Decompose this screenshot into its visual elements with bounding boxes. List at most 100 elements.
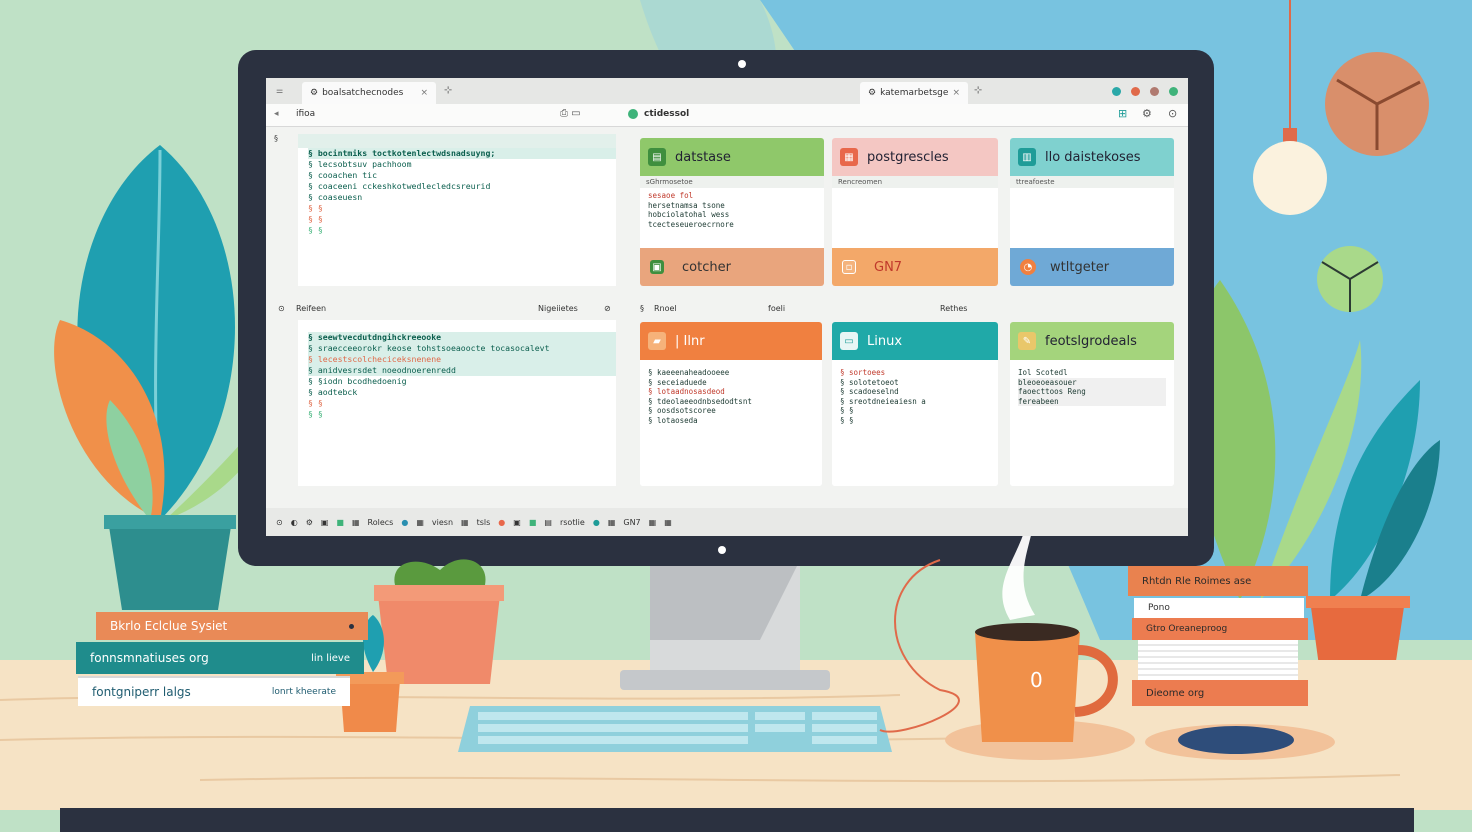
settings-icon[interactable]: ⚙ bbox=[306, 518, 313, 527]
tab-label: boalsatchecnodes bbox=[322, 88, 404, 98]
container-icon: ▣ bbox=[650, 260, 664, 274]
new-tab-icon[interactable]: ⊹ bbox=[444, 85, 452, 96]
card-subheader: sGhrmosetoe bbox=[640, 176, 824, 188]
window-dot-icon[interactable] bbox=[1131, 87, 1140, 96]
code-editor[interactable]: § seewtvecdutdngihckreeooke § sraecceeor… bbox=[298, 320, 616, 486]
book: Gtro Oreaneproog bbox=[1132, 618, 1308, 640]
mug-logo: 0 bbox=[1030, 668, 1043, 692]
book-subtitle: lin lieve bbox=[311, 652, 350, 664]
app-icon[interactable]: ● bbox=[401, 518, 408, 527]
taskbar-label[interactable]: tsls bbox=[477, 518, 491, 527]
power-icon[interactable]: ⊙ bbox=[276, 518, 283, 527]
code-line: § § bbox=[308, 225, 323, 235]
card-code: Iol Scotedl bleoeoeasouer faoecttoos Ren… bbox=[1010, 360, 1174, 486]
status-right: Nigeiietes bbox=[538, 304, 578, 313]
new-tab-icon[interactable]: ⊹ bbox=[974, 85, 982, 96]
status-icon: ⊘ bbox=[604, 304, 611, 313]
window-dot-icon[interactable] bbox=[1112, 87, 1121, 96]
card-header: ✎ feotslgrodeals bbox=[1010, 322, 1174, 360]
book-title: fontgniperr lalgs bbox=[92, 685, 191, 699]
back-icon[interactable]: ◐ bbox=[291, 518, 298, 527]
app-icon[interactable]: ▣ bbox=[513, 518, 521, 527]
app-icon[interactable]: ■ bbox=[336, 518, 344, 527]
app-icon[interactable]: ● bbox=[593, 518, 600, 527]
service-card[interactable]: ▥ llo daistekoses ttreafoeste ◔ wtltgete… bbox=[1010, 138, 1174, 286]
code-line: fereabeen bbox=[1018, 396, 1166, 406]
lock-icon[interactable]: ▣ bbox=[321, 518, 329, 527]
address-bar[interactable]: ◂ ifioa ⎙ ▭ ctidessol ⊞ ⚙ ⊙ bbox=[266, 104, 1188, 127]
app-icon[interactable]: ■ bbox=[529, 518, 537, 527]
watcher-icon: ◔ bbox=[1020, 259, 1036, 275]
status-left: Reifeen bbox=[296, 304, 327, 313]
file-icon: ▫ bbox=[842, 260, 856, 274]
window-dot-icon[interactable] bbox=[1150, 87, 1159, 96]
taskbar-label[interactable]: GN7 bbox=[623, 518, 640, 527]
tab-favicon-icon: ⚙ bbox=[310, 88, 319, 98]
service-card[interactable]: ▰ | Ilnr § kaeeenaheadooeee § seceiadued… bbox=[640, 322, 822, 486]
service-card[interactable]: ▭ Linux § sortoees § solotetoeot § scado… bbox=[832, 322, 998, 486]
address-center-text: ctidessol bbox=[644, 109, 690, 119]
database-icon: ▥ bbox=[1018, 148, 1036, 166]
code-line: § § bbox=[308, 409, 323, 419]
card-title: datstase bbox=[675, 149, 731, 165]
book-title: Gtro Oreaneproog bbox=[1146, 624, 1228, 634]
code-editor[interactable]: § bocintmiks toctkotenlectwdsnadsuyng; §… bbox=[298, 134, 616, 286]
database-icon: ▤ bbox=[648, 148, 666, 166]
code-line: § lecsobtsuv pachhoom bbox=[308, 159, 412, 169]
window-dot-icon[interactable] bbox=[1169, 87, 1178, 96]
app-icon[interactable]: ● bbox=[498, 518, 505, 527]
folder-icon: ▰ bbox=[648, 332, 666, 350]
book-title: Dieome org bbox=[1146, 687, 1205, 699]
taskbar-label[interactable]: viesn bbox=[432, 518, 453, 527]
code-line: § cooachen tic bbox=[308, 170, 378, 180]
book-title: Rhtdn Rle Roimes ase bbox=[1142, 575, 1252, 587]
extension-icon[interactable]: ⊞ bbox=[1118, 107, 1127, 120]
status-label: Rethes bbox=[940, 304, 968, 313]
service-card[interactable]: ✎ feotslgrodeals Iol Scotedl bleoeoeasou… bbox=[1010, 322, 1174, 486]
service-card[interactable]: ▤ datstase sGhrmosetoe sesaoe fol herset… bbox=[640, 138, 824, 286]
app-icon[interactable]: ▦ bbox=[416, 518, 424, 527]
browser-tab[interactable]: ⚙ katemarbetsge × bbox=[860, 82, 968, 104]
app-icon[interactable]: ▦ bbox=[352, 518, 360, 527]
status-icon: § bbox=[640, 304, 644, 313]
tab-close-icon[interactable]: × bbox=[952, 88, 960, 98]
code-line: § §iodn bcodhedoenig bbox=[308, 376, 407, 386]
app-icon[interactable]: ▤ bbox=[544, 518, 552, 527]
code-line: sesaoe fol bbox=[648, 191, 694, 200]
taskbar-label[interactable]: Rolecs bbox=[368, 518, 394, 527]
postgres-icon: ▦ bbox=[840, 148, 858, 166]
browser-tab[interactable]: ⚙ boalsatchecnodes × bbox=[302, 82, 436, 104]
code-line: § coaseuesn bbox=[308, 192, 363, 202]
pane-status: ⊙ Reifeen Nigeiietes ⊘ bbox=[278, 304, 618, 318]
card-header: ▤ datstase bbox=[640, 138, 824, 176]
app-icon[interactable]: ▦ bbox=[608, 518, 616, 527]
code-line: § tdeolaeeodnbsedodtsnt bbox=[648, 396, 752, 406]
card-header: ▥ llo daistekoses bbox=[1010, 138, 1174, 176]
code-line: § § bbox=[308, 214, 323, 224]
taskbar-label[interactable]: rsotlie bbox=[560, 518, 585, 527]
book-title: fonnsmnatiuses org bbox=[90, 651, 209, 665]
app-icon[interactable]: ▦ bbox=[649, 518, 657, 527]
service-card[interactable]: ▦ postgrescles Rencreomen ▫ GN7 bbox=[832, 138, 998, 286]
refresh-icon[interactable]: ⊙ bbox=[1168, 107, 1177, 120]
card-code: § sortoees § solotetoeot § scadoeselnd §… bbox=[832, 360, 998, 486]
code-line: § kaeeenaheadooeee bbox=[648, 368, 730, 377]
book-stack-left: Bkrlo Eclclue Sysiet bbox=[96, 612, 368, 640]
reader-icon[interactable]: ⎙ ▭ bbox=[560, 108, 581, 119]
app-icon[interactable]: ▦ bbox=[461, 518, 469, 527]
status-icon: ⊙ bbox=[278, 304, 285, 313]
menu-icon[interactable]: ⚌ bbox=[276, 86, 283, 95]
terminal-icon: ▭ bbox=[840, 332, 858, 350]
pane-icon: § bbox=[274, 134, 278, 143]
code-line: § scadoeselnd bbox=[840, 387, 899, 396]
settings-icon[interactable]: ⚙ bbox=[1142, 107, 1152, 120]
code-line: Iol Scotedl bbox=[1018, 368, 1068, 377]
status-label: Rnoel bbox=[654, 304, 677, 313]
tab-close-icon[interactable]: × bbox=[420, 88, 428, 98]
app-icon[interactable]: ▦ bbox=[664, 518, 672, 527]
book: Rhtdn Rle Roimes ase bbox=[1128, 566, 1308, 596]
card-subheader: Rencreomen bbox=[832, 176, 998, 188]
address-text: ifioa bbox=[296, 109, 316, 119]
book: Dieome org bbox=[1132, 680, 1308, 706]
window-controls bbox=[1112, 87, 1178, 96]
